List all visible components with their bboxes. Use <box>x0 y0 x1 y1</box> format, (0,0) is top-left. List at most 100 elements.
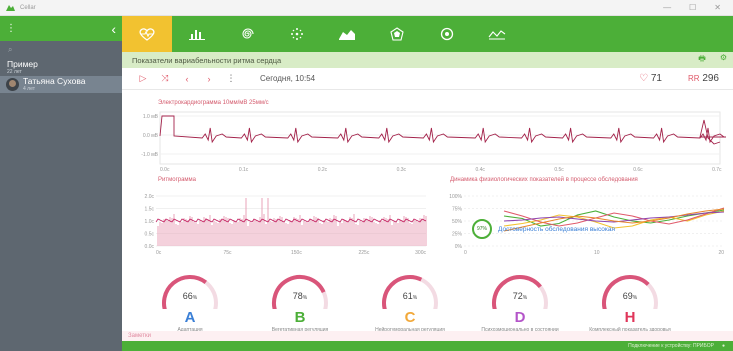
rhythm-y-tick: 2.0с <box>145 194 155 200</box>
gauge-number: 69 <box>622 291 633 301</box>
rhythm-x-tick: 75с <box>224 250 233 256</box>
dyn-x-tick: 20 <box>718 250 724 256</box>
patient-sidebar: ⋮ ‹ ⌕ Пример 22 лет Татьяна Сухова 4 лет <box>0 16 122 351</box>
gauge-letter: A <box>184 309 196 326</box>
menu-icon[interactable]: ⋮ <box>6 23 16 34</box>
gauge-value: 78% <box>254 291 346 301</box>
rr-value: 296 <box>702 73 719 84</box>
minimize-button[interactable]: — <box>663 3 671 12</box>
window-titlebar: Cellar — ☐ ✕ <box>0 0 733 16</box>
spiral-icon <box>242 28 254 39</box>
circle-arrow-icon <box>440 27 454 41</box>
patient-item[interactable]: Пример 22 лет <box>0 59 122 76</box>
dynamics-title: Динамика физиологических показателей в п… <box>450 177 638 183</box>
tab-heart-rhythm[interactable] <box>122 16 172 52</box>
gauge-value: 66% <box>144 291 236 301</box>
ecg-x-tick: 0.1с <box>239 167 249 172</box>
rhythm-y-tick: 1.0с <box>145 219 155 225</box>
tab-radar[interactable] <box>372 16 422 52</box>
dyn-y-tick: 0% <box>455 244 463 250</box>
tab-bar <box>122 16 733 52</box>
rr-label: RR <box>687 74 700 83</box>
notes-bar[interactable]: Заметки <box>122 331 733 341</box>
gauge-dial <box>602 275 658 309</box>
radar-icon <box>390 27 404 41</box>
maximize-button[interactable]: ☐ <box>689 3 696 12</box>
snowflake-icon <box>291 28 303 40</box>
gauge-dial <box>492 275 548 309</box>
more-icon[interactable]: ⋮ <box>220 73 242 84</box>
gauge-unit: % <box>632 295 638 301</box>
tab-trends[interactable] <box>472 16 522 52</box>
rhythm-x-tick: 0с <box>156 250 162 256</box>
gauge-number: 61 <box>402 291 413 301</box>
sidebar-header: ⋮ ‹ <box>0 16 122 41</box>
gauge-number: 66 <box>182 291 193 301</box>
gauge-unit: % <box>302 295 308 301</box>
patient-age: 22 лет <box>7 68 22 75</box>
dyn-y-tick: 25% <box>452 232 463 238</box>
section-title: Показатели вариабельности ритма сердца <box>132 55 282 65</box>
dyn-y-tick: 75% <box>452 207 463 213</box>
dyn-x-tick: 0 <box>464 250 467 256</box>
window-title: Cellar <box>20 4 36 11</box>
collapse-sidebar-icon[interactable]: ‹ <box>111 21 116 37</box>
notes-label: Заметки <box>128 333 151 339</box>
patient-item-selected[interactable]: Татьяна Сухова 4 лет <box>0 76 122 93</box>
search-icon: ⌕ <box>8 45 13 54</box>
settings-icon[interactable]: ⚙ <box>720 53 727 67</box>
gauge-dial <box>162 275 218 309</box>
dyn-y-tick: 50% <box>452 219 463 225</box>
gauge-number: 78 <box>292 291 303 301</box>
close-button[interactable]: ✕ <box>714 3 721 12</box>
gauge-value: 69% <box>584 291 676 301</box>
ecg-chart: 1.0 мВ 0.0 мВ -1.0 мВ 0.0с 0.1с 0.2с 0.3с 0.4с 0… <box>141 111 726 172</box>
status-bar: Подключение к устройству: ПРИБОР ● <box>122 341 733 351</box>
gauge-letter: C <box>404 309 416 326</box>
tab-cycle[interactable] <box>422 16 472 52</box>
tab-spectrum[interactable] <box>322 16 372 52</box>
device-icon: ● <box>721 343 725 349</box>
heart-rate-value: 71 <box>650 73 662 84</box>
app-logo-icon <box>6 4 15 11</box>
gauge-value: 72% <box>474 291 566 301</box>
record-date: Сегодня, 10:54 <box>260 74 316 83</box>
heart-icon: ♡ <box>639 73 649 84</box>
rhythmogram-title: Ритмограмма <box>158 177 197 183</box>
gauge-unit: % <box>522 295 528 301</box>
ecg-x-tick: 0.7с <box>712 167 722 172</box>
reliability-text: Достоверность обследования высокая <box>498 225 616 233</box>
dyn-x-tick: 10 <box>594 250 600 256</box>
line-chart-icon <box>488 30 506 40</box>
next-icon[interactable]: › <box>198 74 220 84</box>
rhythm-x-tick: 225с <box>359 250 370 256</box>
ecg-x-tick: 0.3с <box>397 167 407 172</box>
tab-spiral[interactable] <box>222 16 272 52</box>
tab-scatter[interactable] <box>272 16 322 52</box>
ecg-y-tick: 1.0 мВ <box>143 114 159 120</box>
ecg-x-tick: 0.5с <box>554 167 564 172</box>
reliability-value: 97% <box>472 219 492 239</box>
print-icon[interactable]: 🖶 <box>698 53 706 67</box>
ecg-y-tick: -1.0 мВ <box>141 152 158 158</box>
gauge-letter: H <box>624 309 636 326</box>
ecg-x-tick: 0.2с <box>318 167 328 172</box>
main-area: Показатели вариабельности ритма сердца 🖶… <box>122 16 733 351</box>
status-text: Подключение к устройству: ПРИБОР <box>628 343 714 349</box>
play-icon[interactable]: ▷ <box>132 73 154 84</box>
record-toolbar: ▷ ⤨ ‹ › ⋮ Сегодня, 10:54 ♡ 71 RR 296 <box>122 68 733 90</box>
bar-chart-icon <box>189 30 205 40</box>
gauge-value: 61% <box>364 291 456 301</box>
patient-search[interactable]: ⌕ <box>0 41 122 59</box>
dyn-y-tick: 100% <box>449 194 462 200</box>
rhythmogram-chart: 2.0с 1.5с 1.0с 0.5с 0.0с0с 75с 150с 225с 300с <box>145 194 427 256</box>
gauge-dial <box>382 275 438 309</box>
prev-icon[interactable]: ‹ <box>176 74 198 84</box>
reliability-badge: 97% Достоверность обследования высокая <box>472 219 615 239</box>
ecg-plot-area <box>159 111 721 165</box>
ecg-title: Электрокардиограмма 10мм/мВ 25мм/с <box>158 100 269 106</box>
avatar <box>6 78 19 91</box>
tab-statistics[interactable] <box>172 16 222 52</box>
gauge-number: 72 <box>512 291 523 301</box>
shuffle-icon[interactable]: ⤨ <box>154 73 176 84</box>
